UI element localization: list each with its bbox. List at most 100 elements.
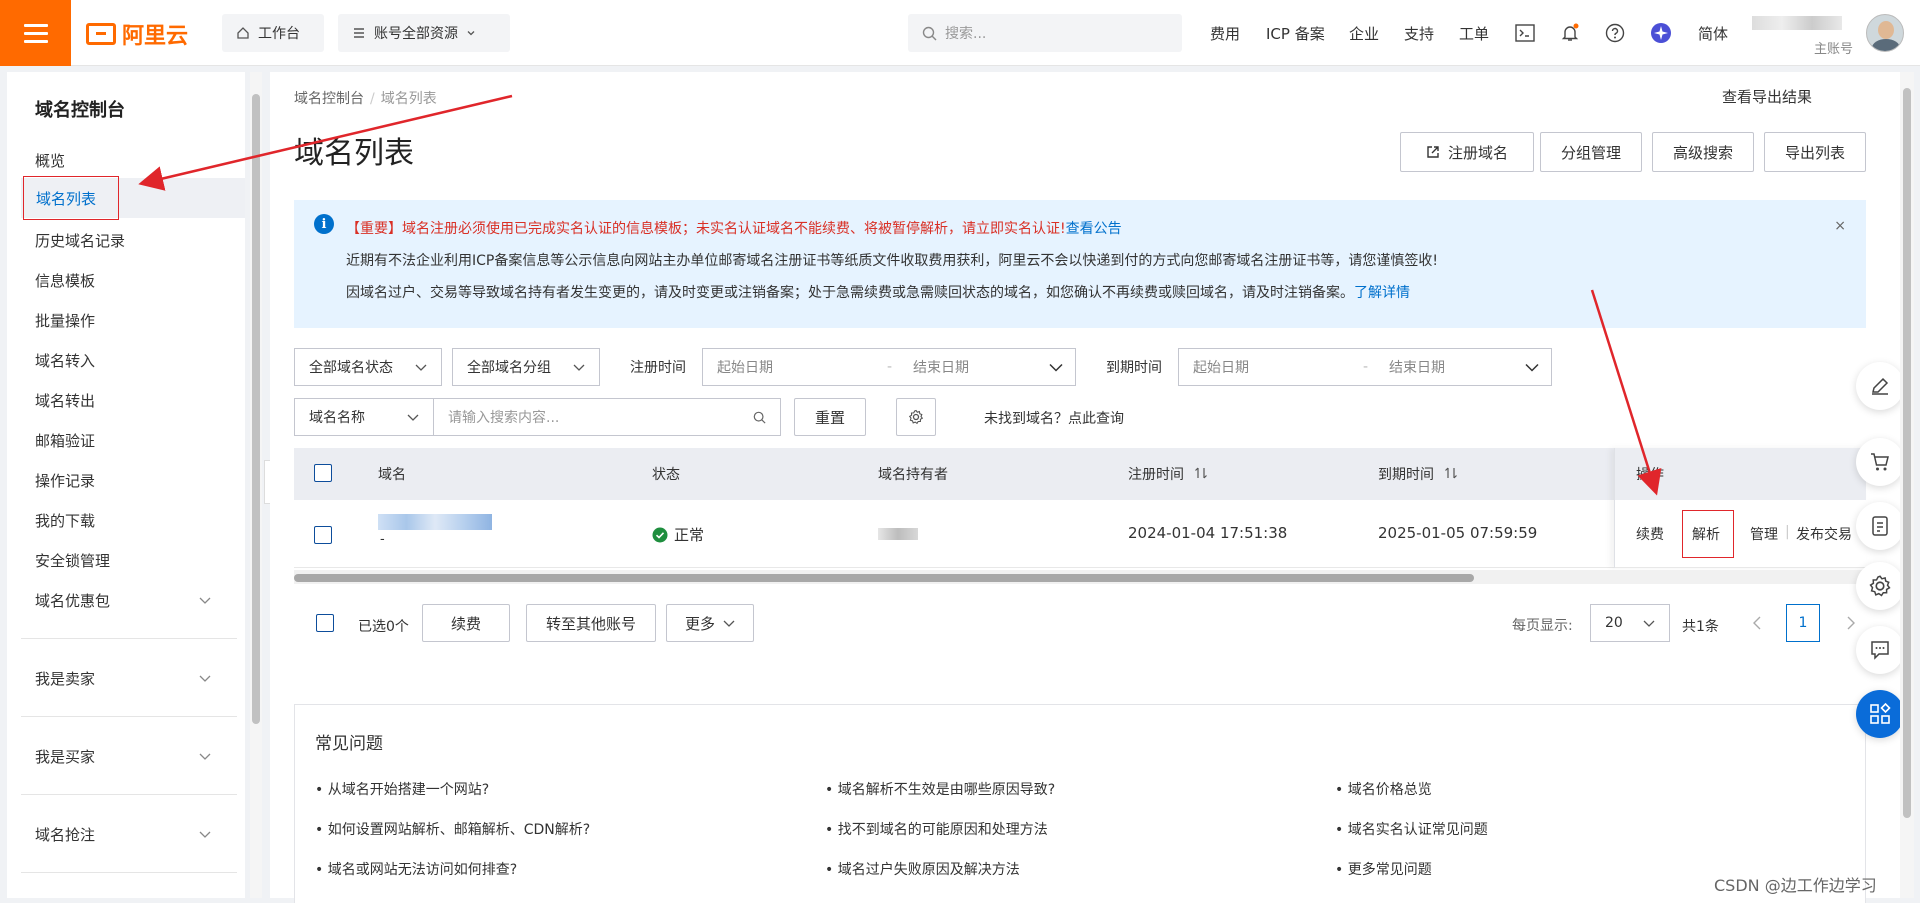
reset-button[interactable]: 重置 xyxy=(794,398,866,436)
learn-more-link[interactable]: 了解详情 xyxy=(1354,285,1410,301)
faq-item[interactable]: • 域名价格总览 xyxy=(1335,779,1432,799)
faq-item[interactable]: • 如何设置网站解析、邮箱解析、CDN解析? xyxy=(315,819,590,839)
bell-icon[interactable] xyxy=(1559,22,1581,44)
table-scrollbar-thumb[interactable] xyxy=(294,574,1474,582)
per-page-select[interactable]: 20 xyxy=(1590,604,1670,642)
sidebar-item-domain-list[interactable]: 域名列表 xyxy=(23,176,119,220)
row-checkbox[interactable] xyxy=(314,526,332,544)
global-search[interactable]: 搜索... xyxy=(908,14,1182,52)
faq-item[interactable]: • 域名或网站无法访问如何排查? xyxy=(315,859,517,879)
sidebar-item-op-log[interactable]: 操作记录 xyxy=(35,470,95,491)
bulk-select-checkbox[interactable] xyxy=(316,614,334,632)
watermark: CSDN @边工作边学习 xyxy=(1714,876,1877,895)
faq-item[interactable]: • 域名解析不生效是由哪些原因导致? xyxy=(825,779,1055,799)
notice-line-warning: 近期有不法企业利用ICP备案信息等公示信息向网站主办单位邮寄域名注册证书等纸质文… xyxy=(346,253,1438,269)
resources-dropdown[interactable]: 账号全部资源 xyxy=(338,14,510,52)
avatar[interactable] xyxy=(1866,14,1904,52)
select-all-checkbox[interactable] xyxy=(314,464,332,482)
reg-start-date[interactable]: 起始日期 xyxy=(717,357,773,377)
sort-icon[interactable] xyxy=(1194,467,1208,479)
apps-icon[interactable] xyxy=(1856,690,1904,738)
chevron-down-icon[interactable] xyxy=(199,594,211,606)
register-domain-label: 注册域名 xyxy=(1447,143,1508,162)
faq-item[interactable]: • 域名过户失败原因及解决方法 xyxy=(825,859,1020,879)
sidebar-item-history[interactable]: 历史域名记录 xyxy=(35,230,125,251)
faq-item[interactable]: • 更多常见问题 xyxy=(1335,859,1432,879)
page-1-button[interactable]: 1 xyxy=(1786,604,1820,642)
exp-end-date[interactable]: 结束日期 xyxy=(1389,357,1445,377)
reg-date-range[interactable]: 起始日期 - 结束日期 xyxy=(702,348,1076,386)
page-scrollbar-thumb[interactable] xyxy=(1903,88,1911,818)
view-announcement-link[interactable]: 查看公告 xyxy=(1066,221,1122,237)
faq-item[interactable]: • 找不到域名的可能原因和处理方法 xyxy=(825,819,1048,839)
sidebar-group-seller[interactable]: 我是卖家 xyxy=(35,668,95,689)
menu-icon[interactable] xyxy=(0,0,71,66)
col-exp-time-label: 到期时间 xyxy=(1378,467,1434,483)
nav-enterprise[interactable]: 企业 xyxy=(1349,23,1379,44)
group-manage-button[interactable]: 分组管理 xyxy=(1540,132,1642,172)
bulk-renew-button[interactable]: 续费 xyxy=(422,604,510,642)
close-icon[interactable]: × xyxy=(1834,218,1846,234)
sidebar-item-templates[interactable]: 信息模板 xyxy=(35,270,95,291)
sidebar-scrollbar-thumb[interactable] xyxy=(252,94,260,724)
sidebar-group-snap[interactable]: 域名抢注 xyxy=(35,824,95,845)
exp-start-date[interactable]: 起始日期 xyxy=(1193,357,1249,377)
exp-date-range[interactable]: 起始日期 - 结束日期 xyxy=(1178,348,1552,386)
export-list-button[interactable]: 导出列表 xyxy=(1764,132,1866,172)
domain-search-input[interactable]: 请输入搜索内容... xyxy=(433,398,781,436)
search-icon[interactable] xyxy=(753,411,766,424)
col-exp-time[interactable]: 到期时间 xyxy=(1378,464,1458,484)
sidebar-item-overview[interactable]: 概览 xyxy=(35,150,65,171)
sidebar-item-batch[interactable]: 批量操作 xyxy=(35,310,95,331)
view-export-result-link[interactable]: 查看导出结果 xyxy=(1722,86,1812,107)
chevron-down-icon[interactable] xyxy=(199,672,211,684)
sidebar-group-buyer[interactable]: 我是买家 xyxy=(35,746,95,767)
transfer-account-button[interactable]: 转至其他账号 xyxy=(526,604,656,642)
register-domain-button[interactable]: 注册域名 xyxy=(1400,132,1534,172)
workbench-button[interactable]: 工作台 xyxy=(222,14,324,52)
faq-item[interactable]: • 域名实名认证常见问题 xyxy=(1335,819,1488,839)
sidebar-item-downloads[interactable]: 我的下载 xyxy=(35,510,95,531)
status-filter-select[interactable]: 全部域名状态 xyxy=(294,348,442,386)
nav-icp[interactable]: ICP 备案 xyxy=(1266,23,1325,44)
not-found-query-link[interactable]: 未找到域名？点此查询 xyxy=(984,408,1124,428)
more-dropdown[interactable]: 更多 xyxy=(666,604,754,642)
next-page-icon[interactable] xyxy=(1846,616,1856,630)
account-name-blurred[interactable] xyxy=(1752,16,1842,30)
sidebar-item-transfer-out[interactable]: 域名转出 xyxy=(35,390,95,411)
sort-icon[interactable] xyxy=(1444,467,1458,479)
chevron-down-icon[interactable] xyxy=(199,750,211,762)
chevron-down-icon[interactable] xyxy=(199,828,211,840)
nav-ticket[interactable]: 工单 xyxy=(1459,23,1489,44)
sidebar-item-discount-pack[interactable]: 域名优惠包 xyxy=(35,590,110,611)
api-icon[interactable] xyxy=(1856,502,1904,550)
ai-assistant-icon[interactable] xyxy=(1650,22,1672,44)
sidebar-item-email-verify[interactable]: 邮箱验证 xyxy=(35,430,95,451)
col-domain: 域名 xyxy=(378,467,406,483)
group-filter-select[interactable]: 全部域名分组 xyxy=(452,348,600,386)
sidebar-item-transfer-in[interactable]: 域名转入 xyxy=(35,350,95,371)
advanced-search-button[interactable]: 高级搜索 xyxy=(1652,132,1754,172)
edit-icon[interactable] xyxy=(1856,362,1904,410)
nav-billing[interactable]: 费用 xyxy=(1210,23,1240,44)
col-reg-time-label: 注册时间 xyxy=(1128,467,1184,483)
faq-item[interactable]: • 从域名开始搭建一个网站? xyxy=(315,779,489,799)
sidebar-item-security-lock[interactable]: 安全锁管理 xyxy=(35,550,110,571)
settings-button[interactable] xyxy=(896,398,936,436)
settings-icon[interactable] xyxy=(1856,562,1904,610)
sidebar-title: 域名控制台 xyxy=(35,100,125,121)
language-switch[interactable]: 简体 xyxy=(1698,23,1728,44)
nav-support[interactable]: 支持 xyxy=(1404,23,1434,44)
reg-end-date[interactable]: 结束日期 xyxy=(913,357,969,377)
breadcrumb-console[interactable]: 域名控制台 xyxy=(294,91,364,107)
terminal-icon[interactable] xyxy=(1514,22,1536,44)
search-icon xyxy=(922,26,937,40)
prev-page-icon[interactable] xyxy=(1752,616,1762,630)
col-reg-time[interactable]: 注册时间 xyxy=(1128,464,1208,484)
help-icon[interactable] xyxy=(1604,22,1626,44)
feedback-icon[interactable] xyxy=(1856,626,1904,674)
logo[interactable]: 阿里云 xyxy=(86,18,188,50)
search-field-select[interactable]: 域名名称 xyxy=(294,398,434,436)
cart-icon[interactable] xyxy=(1856,438,1904,486)
domain-name-blurred[interactable] xyxy=(378,514,492,530)
